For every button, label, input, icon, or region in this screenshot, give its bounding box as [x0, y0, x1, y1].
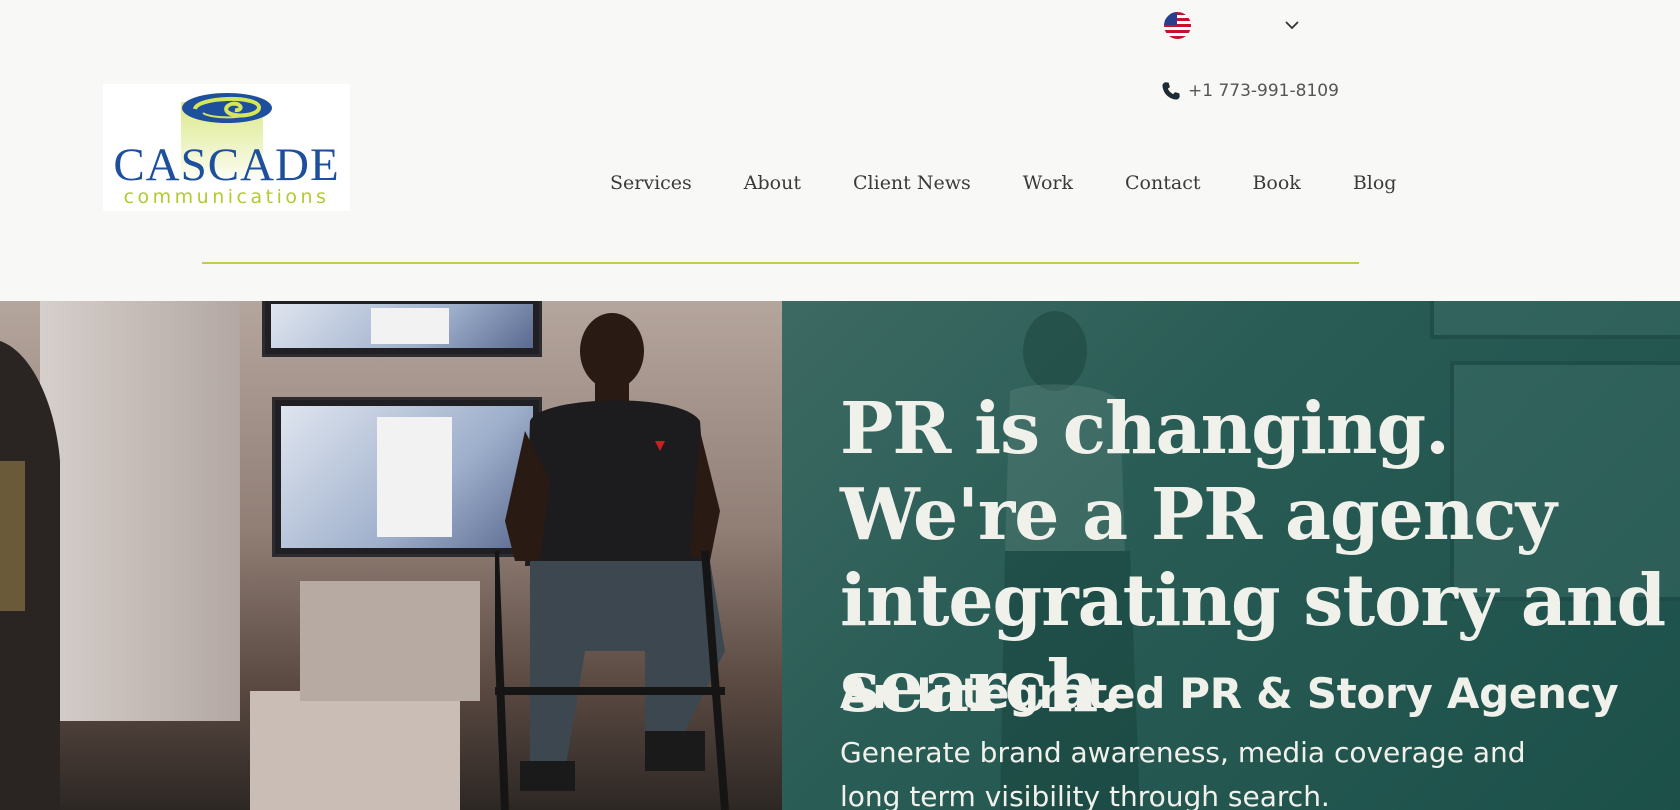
- hero-section: PR is changing. We're a PR agency integr…: [0, 301, 1680, 810]
- nav-item-work[interactable]: Work: [1023, 172, 1073, 200]
- phone-contact[interactable]: +1 773-991-8109: [1160, 80, 1339, 102]
- hero-body-text: Generate brand awareness, media coverage…: [840, 736, 1526, 810]
- partial-person: [0, 341, 60, 810]
- language-selector[interactable]: [1164, 8, 1314, 42]
- swirl-logo-icon: [182, 93, 272, 123]
- phone-icon: [1162, 82, 1180, 100]
- nav-item-book[interactable]: Book: [1252, 172, 1300, 200]
- nav-item-services[interactable]: Services: [610, 172, 692, 200]
- cascade-logo[interactable]: CASCADE communications: [103, 84, 350, 211]
- us-flag-icon: [1164, 11, 1191, 39]
- seated-guest: [495, 313, 729, 810]
- site-header: +1 773-991-8109 CASCADE communications S…: [0, 0, 1680, 300]
- main-nav: Services About Client News Work Contact …: [610, 172, 1396, 200]
- chevron-down-icon: [1285, 21, 1299, 30]
- nav-item-about[interactable]: About: [744, 172, 801, 200]
- nav-item-contact[interactable]: Contact: [1125, 172, 1200, 200]
- nav-item-blog[interactable]: Blog: [1353, 172, 1397, 200]
- phone-number[interactable]: +1 773-991-8109: [1188, 81, 1339, 101]
- header-divider: [202, 262, 1359, 264]
- logo-tagline: communications: [123, 186, 330, 208]
- logo-wordmark: CASCADE: [113, 139, 340, 191]
- hero-subheadline: An Integrated PR & Story Agency: [840, 669, 1619, 718]
- hero-photo: [0, 301, 782, 810]
- nav-item-client-news[interactable]: Client News: [853, 172, 971, 200]
